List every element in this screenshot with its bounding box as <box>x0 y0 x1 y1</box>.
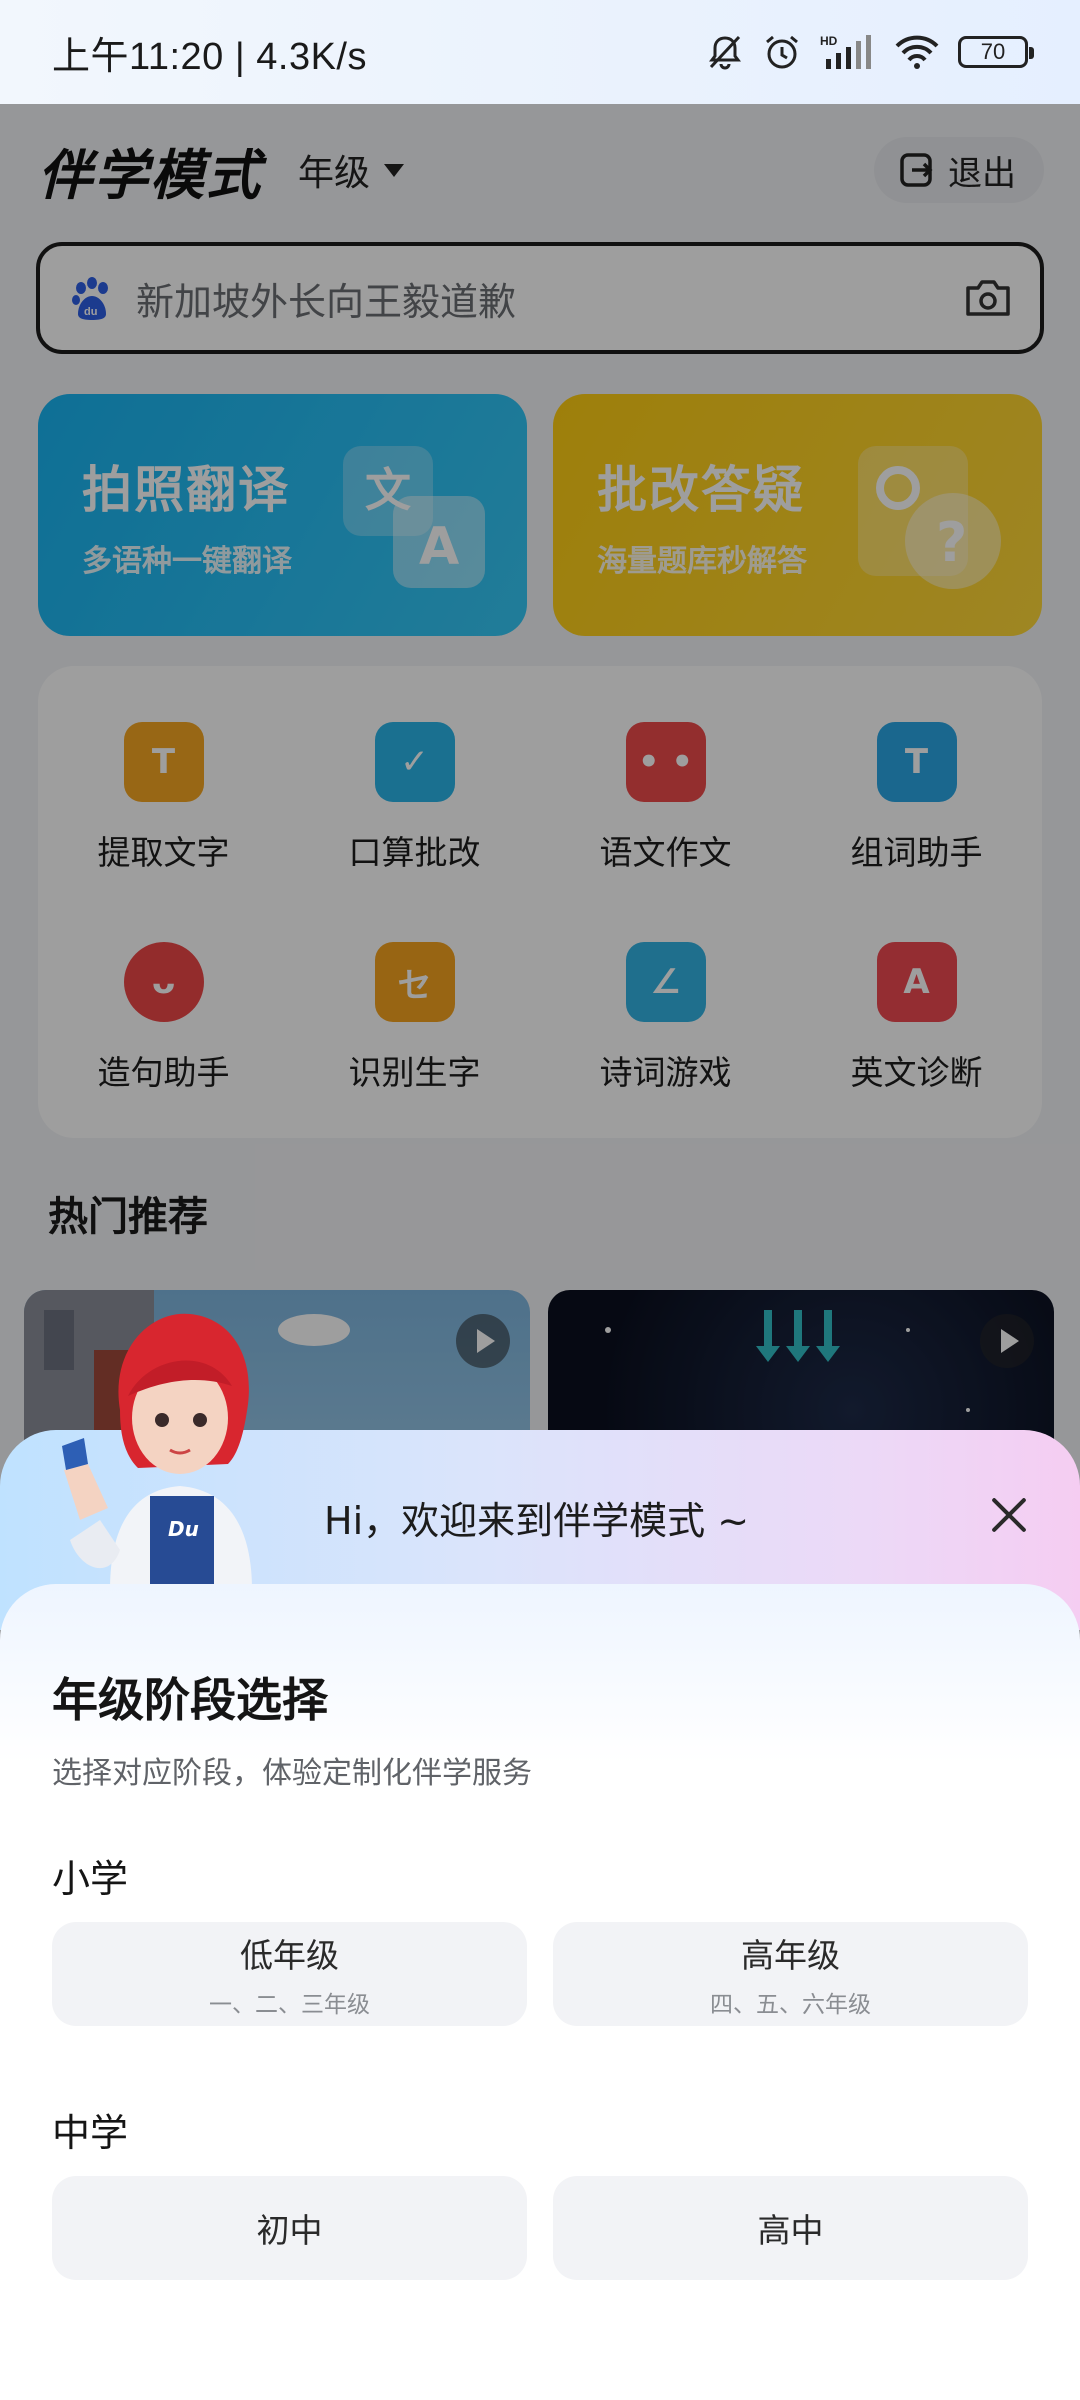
sheet-title: 年级阶段选择 <box>52 1673 328 1727</box>
junior-high-option[interactable]: 初中 <box>52 2176 527 2280</box>
greeting-text: Hi，欢迎来到伴学模式 ~ <box>324 1499 750 1543</box>
battery-level: 70 <box>980 39 1006 64</box>
middle-options: 初中 高中 <box>52 2176 1028 2280</box>
battery-icon: 70 <box>958 36 1034 68</box>
wifi-icon <box>895 35 939 69</box>
status-icons: HD 70 <box>706 32 1034 72</box>
sheet-subtitle: 选择对应阶段，体验定制化伴学服务 <box>52 1756 532 1791</box>
lower-grade-option[interactable]: 低年级 一、二、三年级 <box>52 1922 527 2026</box>
svg-text:HD: HD <box>820 34 838 48</box>
mute-icon <box>709 35 741 70</box>
status-time: 上午11:20 | 4.3K/s <box>52 35 367 78</box>
middle-school-label: 中学 <box>52 2111 129 2155</box>
hd-signal-icon: HD <box>820 34 871 69</box>
upper-grade-option[interactable]: 高年级 四、五、六年级 <box>553 1922 1028 2026</box>
svg-text:Du: Du <box>168 1517 199 1541</box>
option-title: 高中 <box>757 2211 824 2250</box>
status-bar: 上午11:20 | 4.3K/s HD 70 <box>0 0 1080 104</box>
close-icon[interactable] <box>986 1492 1032 1538</box>
option-subtitle: 一、二、三年级 <box>209 1992 370 2018</box>
option-title: 初中 <box>256 2211 323 2250</box>
primary-school-label: 小学 <box>52 1857 129 1901</box>
option-title: 低年级 <box>240 1936 339 1975</box>
option-title: 高年级 <box>741 1936 840 1975</box>
alarm-icon <box>766 35 798 69</box>
mascot-avatar-image: Du <box>62 1313 252 1590</box>
senior-high-option[interactable]: 高中 <box>553 2176 1028 2280</box>
primary-options: 低年级 一、二、三年级 高年级 四、五、六年级 <box>52 1922 1028 2026</box>
option-subtitle: 四、五、六年级 <box>710 1992 871 2018</box>
grade-stage-sheet: 年级阶段选择 选择对应阶段，体验定制化伴学服务 小学 低年级 一、二、三年级 高… <box>0 1584 1080 2400</box>
